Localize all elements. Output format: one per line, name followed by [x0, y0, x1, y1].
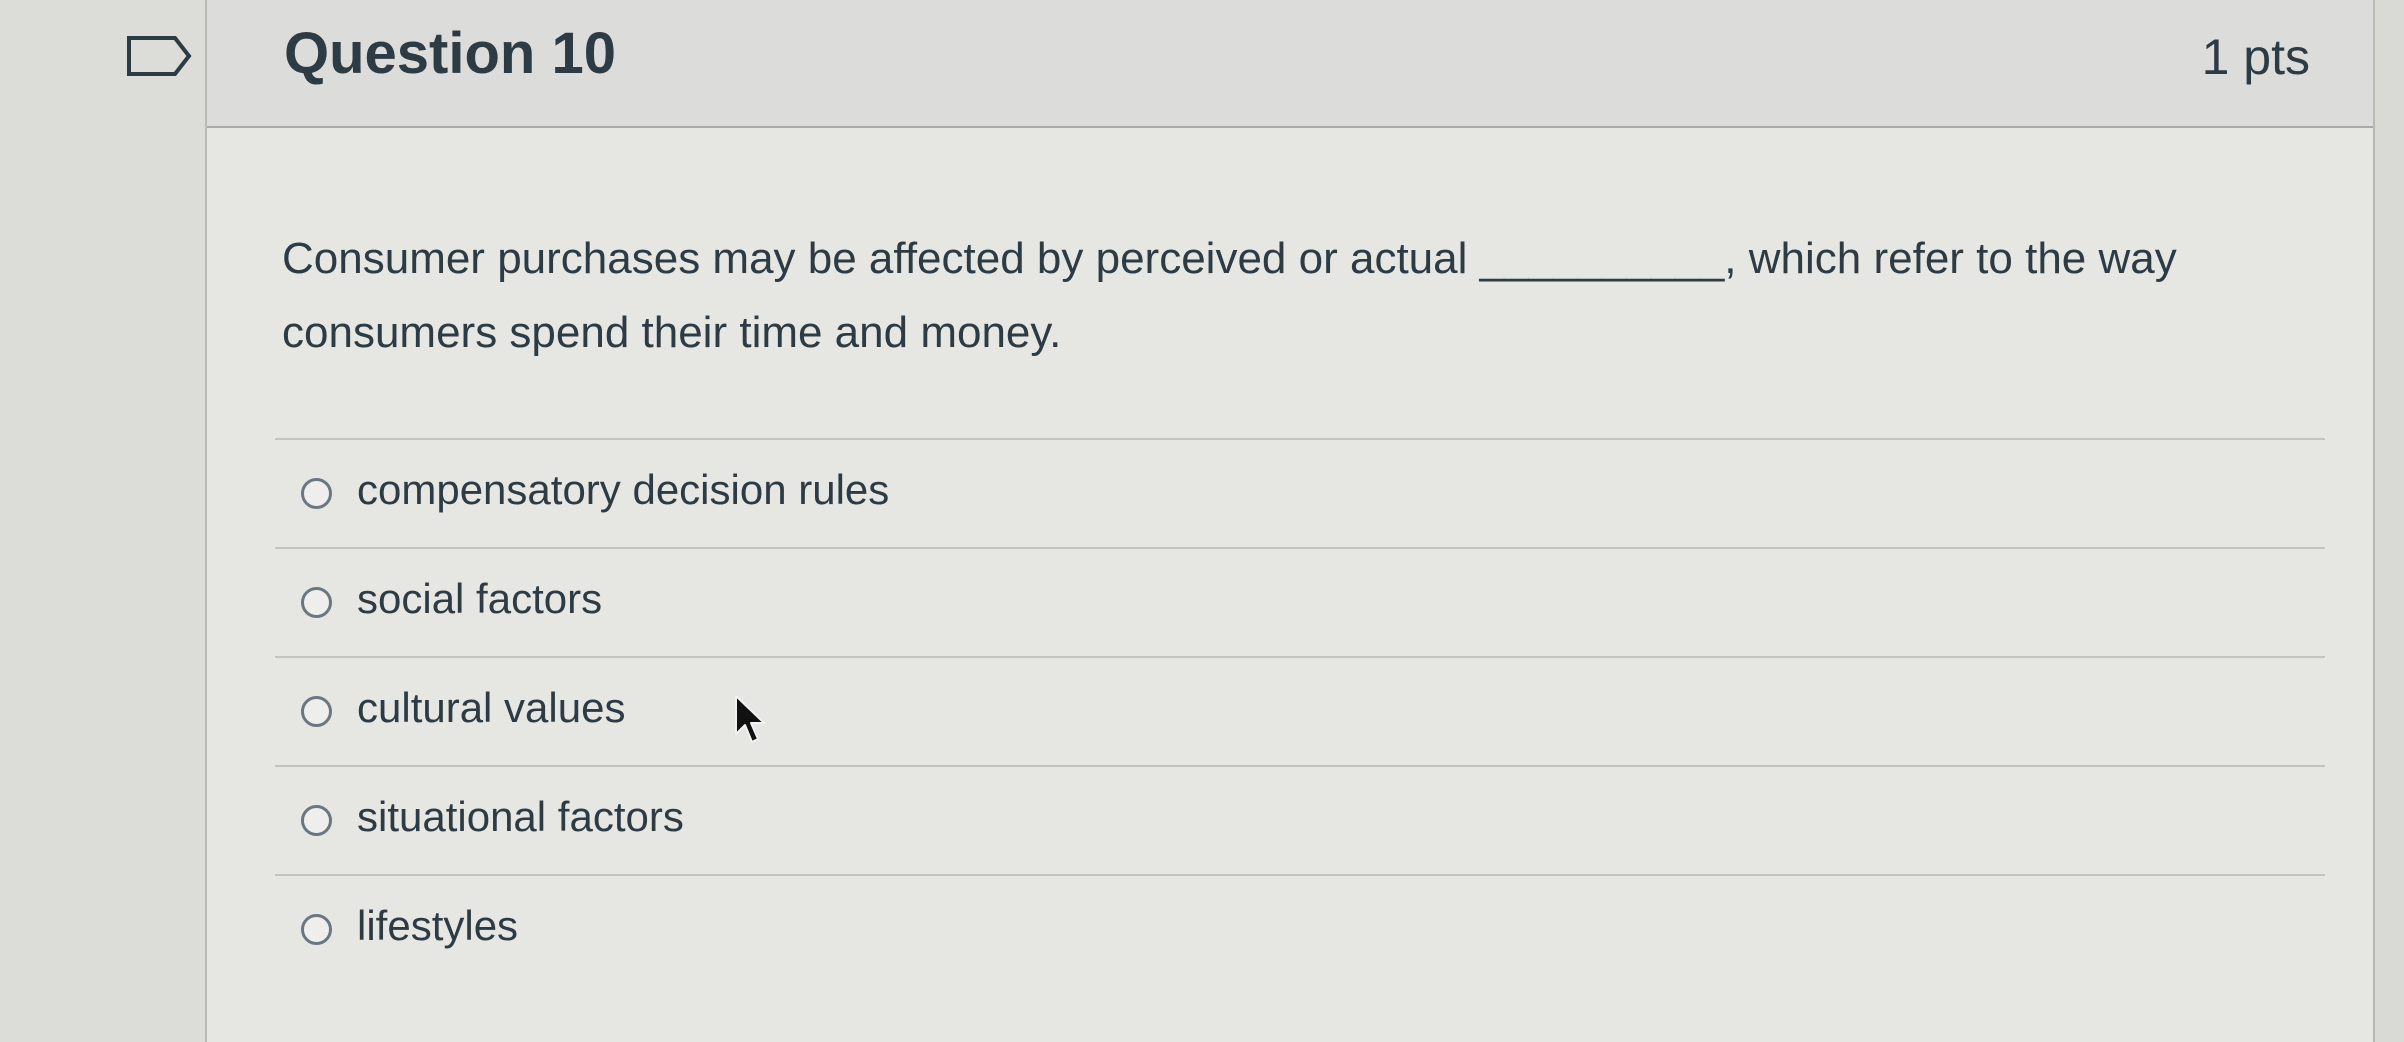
- radio-button[interactable]: [301, 478, 332, 509]
- answer-label[interactable]: cultural values: [357, 684, 625, 732]
- question-title: Question 10: [284, 21, 616, 86]
- radio-button[interactable]: [301, 587, 332, 618]
- radio-button[interactable]: [301, 805, 332, 836]
- question-header: Question 10 1 pts: [207, 0, 2373, 128]
- answer-option[interactable]: social factors: [275, 549, 2325, 658]
- flag-question-icon[interactable]: [125, 34, 195, 78]
- question-card: Question 10 1 pts Consumer purchases may…: [205, 0, 2375, 1042]
- question-text: Consumer purchases may be affected by pe…: [282, 234, 2177, 357]
- question-points: 1 pts: [2201, 29, 2310, 85]
- answer-option[interactable]: lifestyles: [275, 876, 2325, 985]
- quiz-left-gutter: [0, 0, 205, 1042]
- answer-list: compensatory decision rules social facto…: [275, 438, 2325, 985]
- answer-label[interactable]: social factors: [357, 575, 602, 623]
- answer-option[interactable]: cultural values: [275, 658, 2325, 767]
- radio-button[interactable]: [301, 914, 332, 945]
- radio-button[interactable]: [301, 696, 332, 727]
- answer-label[interactable]: situational factors: [357, 793, 684, 841]
- answer-option[interactable]: situational factors: [275, 767, 2325, 876]
- answer-label[interactable]: lifestyles: [357, 902, 518, 950]
- answer-option[interactable]: compensatory decision rules: [275, 440, 2325, 549]
- answer-label[interactable]: compensatory decision rules: [357, 466, 889, 514]
- mouse-pointer-icon: [735, 695, 765, 743]
